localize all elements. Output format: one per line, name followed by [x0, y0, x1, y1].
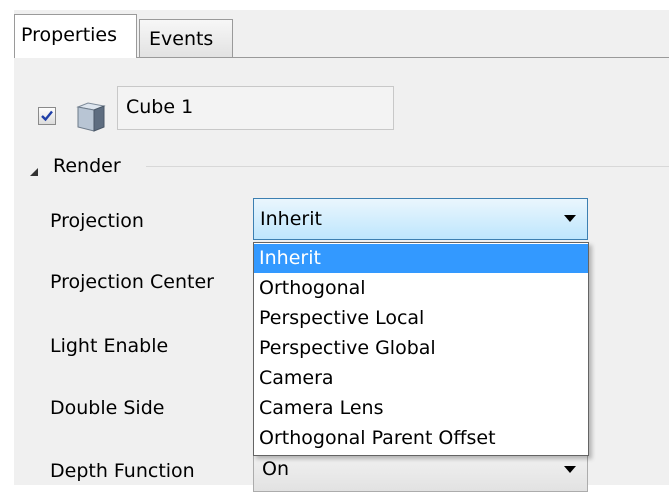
dropdown-option[interactable]: Camera Lens [254, 394, 588, 423]
tab-properties-label: Properties [21, 24, 118, 46]
cube-icon [76, 102, 106, 132]
dropdown-option[interactable]: Inherit [254, 244, 588, 273]
label-double-side: Double Side [50, 397, 165, 419]
dropdown-option[interactable]: Orthogonal [254, 274, 588, 303]
chevron-down-icon [564, 466, 576, 473]
dropdown-option[interactable]: Perspective Local [254, 304, 588, 333]
collapse-triangle-icon[interactable] [28, 166, 40, 178]
checkmark-icon [41, 110, 53, 122]
tab-properties[interactable]: Properties [14, 14, 137, 58]
tab-divider [137, 57, 669, 58]
projection-select[interactable]: Inherit [253, 198, 588, 240]
label-projection: Projection [50, 210, 144, 232]
group-title-render: Render [53, 155, 121, 177]
depth-function-select-value: On [262, 458, 289, 480]
dropdown-option[interactable]: Camera [254, 364, 588, 393]
projection-dropdown-list: Inherit Orthogonal Perspective Local Per… [253, 242, 589, 456]
left-margin [0, 0, 14, 485]
label-projection-center: Projection Center [50, 271, 214, 293]
label-light-enable: Light Enable [50, 335, 169, 357]
depth-function-select[interactable]: On [253, 452, 588, 492]
top-margin [0, 0, 669, 10]
group-divider [146, 166, 669, 167]
enabled-checkbox[interactable] [38, 107, 56, 125]
tab-events[interactable]: Events [139, 19, 233, 57]
object-name-field[interactable]: Cube 1 [117, 86, 394, 130]
object-name-value: Cube 1 [126, 96, 194, 118]
dropdown-option[interactable]: Orthogonal Parent Offset [254, 424, 588, 453]
dropdown-option[interactable]: Perspective Global [254, 334, 588, 363]
projection-select-value: Inherit [260, 208, 322, 230]
tab-events-label: Events [149, 28, 214, 50]
label-depth-function: Depth Function [50, 460, 195, 482]
chevron-down-icon [564, 215, 576, 222]
